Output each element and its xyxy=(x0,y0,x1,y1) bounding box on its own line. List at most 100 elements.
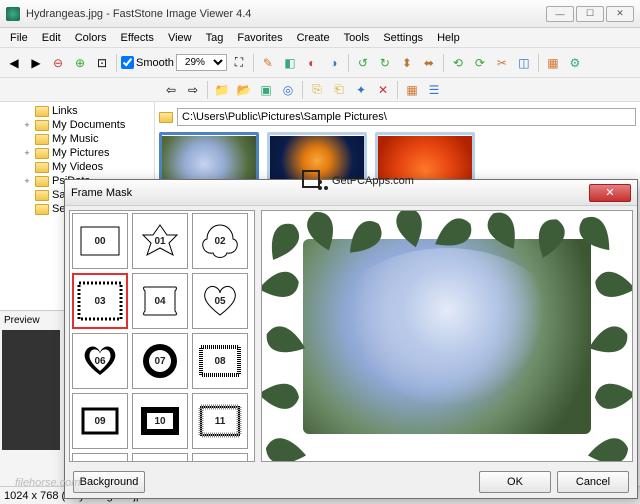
mask-preview xyxy=(261,210,633,462)
tool-icon[interactable]: ▣ xyxy=(256,80,276,100)
tree-item[interactable]: My Music xyxy=(2,132,152,146)
nav-next-icon[interactable]: ⇨ xyxy=(183,80,203,100)
zoom-select[interactable]: 29% xyxy=(176,54,227,71)
expand-icon[interactable]: + xyxy=(22,148,32,158)
dialog-titlebar: Frame Mask ✕ xyxy=(65,180,637,206)
mask-label: 10 xyxy=(154,416,165,427)
mask-cell-09[interactable]: 09 xyxy=(72,393,128,449)
tool-icon[interactable]: ⬌ xyxy=(419,53,439,73)
background-button[interactable]: Background xyxy=(73,471,145,493)
mask-cell-12[interactable]: 12 xyxy=(72,453,128,462)
mask-cell-14[interactable]: 14 xyxy=(192,453,248,462)
tool-icon[interactable]: ⬍ xyxy=(397,53,417,73)
tool-icon[interactable]: ✦ xyxy=(351,80,371,100)
close-button[interactable]: ✕ xyxy=(606,6,634,22)
tool-icon[interactable]: ◑ xyxy=(324,53,344,73)
mask-cell-11[interactable]: 11 xyxy=(192,393,248,449)
smooth-checkbox[interactable]: Smooth xyxy=(121,56,174,69)
menu-tag[interactable]: Tag xyxy=(200,30,230,46)
mask-cell-08[interactable]: 08 xyxy=(192,333,248,389)
dialog-buttons: Background OK Cancel xyxy=(65,466,637,498)
delete-icon[interactable]: ✕ xyxy=(373,80,393,100)
copy-icon[interactable]: ⎘ xyxy=(307,80,327,100)
tool-icon[interactable]: ✎ xyxy=(258,53,278,73)
mask-cell-10[interactable]: 10 xyxy=(132,393,188,449)
folder-up-icon[interactable]: 📁 xyxy=(212,80,232,100)
menu-tools[interactable]: Tools xyxy=(338,30,376,46)
zoom-in-icon[interactable]: ⊕ xyxy=(70,53,90,73)
mask-cell-03[interactable]: 03 xyxy=(72,273,128,329)
folder-icon xyxy=(35,106,49,117)
tool-icon[interactable]: ✂ xyxy=(492,53,512,73)
mask-cell-04[interactable]: 04 xyxy=(132,273,188,329)
tree-label: Links xyxy=(52,105,78,117)
fullscreen-icon[interactable]: ⛶ xyxy=(229,53,249,73)
mask-label: 09 xyxy=(94,416,105,427)
settings-icon[interactable]: ⚙ xyxy=(565,53,585,73)
mask-cell-00[interactable]: 00 xyxy=(72,213,128,269)
menubar: File Edit Colors Effects View Tag Favori… xyxy=(0,28,640,48)
folder-icon xyxy=(35,134,49,145)
tree-item[interactable]: Links xyxy=(2,104,152,118)
menu-view[interactable]: View xyxy=(162,30,198,46)
main-toolbar: ◀ ▶ ⊖ ⊕ ⊡ Smooth 29% ⛶ ✎ ◧ ◐ ◑ ↺ ↻ ⬍ ⬌ ⟲… xyxy=(0,48,640,78)
mask-cell-05[interactable]: 05 xyxy=(192,273,248,329)
app-icon xyxy=(6,7,20,21)
tool-icon[interactable]: ⎗ xyxy=(329,80,349,100)
menu-effects[interactable]: Effects xyxy=(115,30,160,46)
tool-icon[interactable]: ◫ xyxy=(514,53,534,73)
tool-icon[interactable]: ◐ xyxy=(302,53,322,73)
minimize-button[interactable]: — xyxy=(546,6,574,22)
undo-icon[interactable]: ⟲ xyxy=(448,53,468,73)
view-thumbs-icon[interactable]: ▦ xyxy=(402,80,422,100)
nav-prev-icon[interactable]: ⇦ xyxy=(161,80,181,100)
mask-label: 11 xyxy=(215,416,226,427)
tree-label: My Pictures xyxy=(52,147,109,159)
tool-icon[interactable]: ◎ xyxy=(278,80,298,100)
tree-item[interactable]: + My Documents xyxy=(2,118,152,132)
address-input[interactable]: C:\Users\Public\Pictures\Sample Pictures… xyxy=(177,108,636,126)
nav-back-icon[interactable]: ◀ xyxy=(4,53,24,73)
menu-colors[interactable]: Colors xyxy=(69,30,113,46)
menu-file[interactable]: File xyxy=(4,30,34,46)
tool-icon[interactable]: ◧ xyxy=(280,53,300,73)
folder-icon xyxy=(35,190,49,201)
redo-icon[interactable]: ⟳ xyxy=(470,53,490,73)
menu-help[interactable]: Help xyxy=(431,30,466,46)
rotate-left-icon[interactable]: ↺ xyxy=(353,53,373,73)
preview-label: Preview xyxy=(2,313,62,328)
menu-edit[interactable]: Edit xyxy=(36,30,67,46)
expand-icon[interactable]: + xyxy=(22,176,32,186)
folder-icon xyxy=(35,162,49,173)
mask-cell-06[interactable]: 06 xyxy=(72,333,128,389)
folder-icon xyxy=(35,176,49,187)
view-list-icon[interactable]: ☰ xyxy=(424,80,444,100)
menu-create[interactable]: Create xyxy=(291,30,336,46)
tree-label: My Documents xyxy=(52,119,125,131)
dialog-close-button[interactable]: ✕ xyxy=(589,184,631,202)
nav-fwd-icon[interactable]: ▶ xyxy=(26,53,46,73)
expand-icon[interactable]: + xyxy=(22,120,32,130)
ok-button[interactable]: OK xyxy=(479,471,551,493)
frame-mask-dialog: Frame Mask ✕ 000102 030405 060708 09 10 11 12 1… xyxy=(64,179,638,499)
separator xyxy=(116,54,117,72)
separator xyxy=(397,81,398,99)
mask-cell-13[interactable]: 13 xyxy=(132,453,188,462)
separator xyxy=(443,54,444,72)
folder-icon[interactable]: 📂 xyxy=(234,80,254,100)
zoom-fit-icon[interactable]: ⊡ xyxy=(92,53,112,73)
mask-cell-02[interactable]: 02 xyxy=(192,213,248,269)
mask-cell-01[interactable]: 01 xyxy=(132,213,188,269)
maximize-button[interactable]: ☐ xyxy=(576,6,604,22)
menu-settings[interactable]: Settings xyxy=(377,30,429,46)
zoom-out-icon[interactable]: ⊖ xyxy=(48,53,68,73)
rotate-right-icon[interactable]: ↻ xyxy=(375,53,395,73)
folder-icon xyxy=(35,120,49,131)
mask-cell-07[interactable]: 07 xyxy=(132,333,188,389)
mask-grid[interactable]: 000102 030405 060708 09 10 11 12 13 14 xyxy=(69,210,255,462)
menu-favorites[interactable]: Favorites xyxy=(231,30,288,46)
tool-icon[interactable]: ▦ xyxy=(543,53,563,73)
cancel-button[interactable]: Cancel xyxy=(557,471,629,493)
tree-item[interactable]: + My Pictures xyxy=(2,146,152,160)
tree-item[interactable]: My Videos xyxy=(2,160,152,174)
